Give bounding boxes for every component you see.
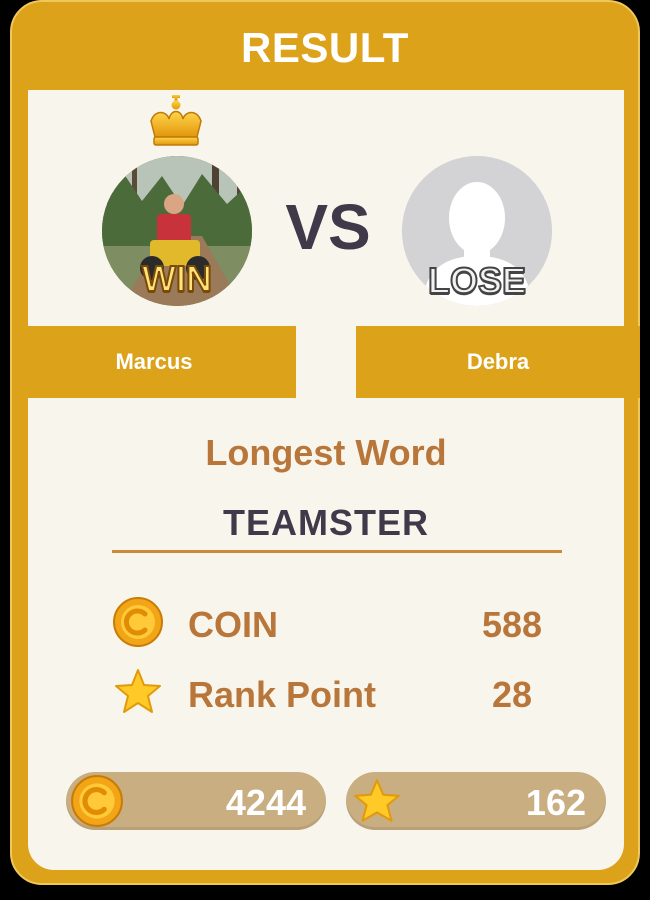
coin-icon (113, 597, 163, 647)
star-icon (115, 669, 161, 713)
win-badge: WIN (141, 257, 213, 300)
total-rank-value: 162 (525, 782, 586, 823)
star-icon (354, 779, 400, 822)
reward-row-coin: COIN 588 (112, 596, 572, 652)
winner-name: Marcus (115, 349, 193, 374)
vs-label: VS (285, 191, 371, 263)
reward-label-coin: COIN (188, 604, 278, 645)
crown-icon (150, 95, 202, 146)
winner-name-bar: Marcus (12, 326, 296, 398)
divider (112, 550, 562, 553)
longest-word: TEAMSTER (223, 502, 429, 543)
reward-value-rank: 28 (491, 674, 533, 715)
reward-row-rank: Rank Point 28 (112, 666, 572, 722)
total-coins-value: 4244 (225, 782, 306, 823)
coin-icon (71, 775, 123, 827)
page-title: RESULT (241, 24, 409, 71)
loser-name: Debra (466, 349, 530, 374)
total-rank-pill: 162 (346, 772, 606, 830)
total-coins-pill: 4244 (66, 772, 326, 830)
result-panel: WIN VS LOSE Marcus Debra Longest Word TE… (12, 90, 640, 870)
lose-badge: LOSE (427, 259, 527, 302)
reward-value-coin: 588 (481, 604, 543, 645)
result-card: RESULT WIN VS LOSE Marcus Debra Longest … (10, 0, 640, 885)
reward-label-rank: Rank Point (188, 674, 377, 715)
loser-name-bar: Debra (356, 326, 640, 398)
longest-word-label: Longest Word (205, 432, 447, 473)
